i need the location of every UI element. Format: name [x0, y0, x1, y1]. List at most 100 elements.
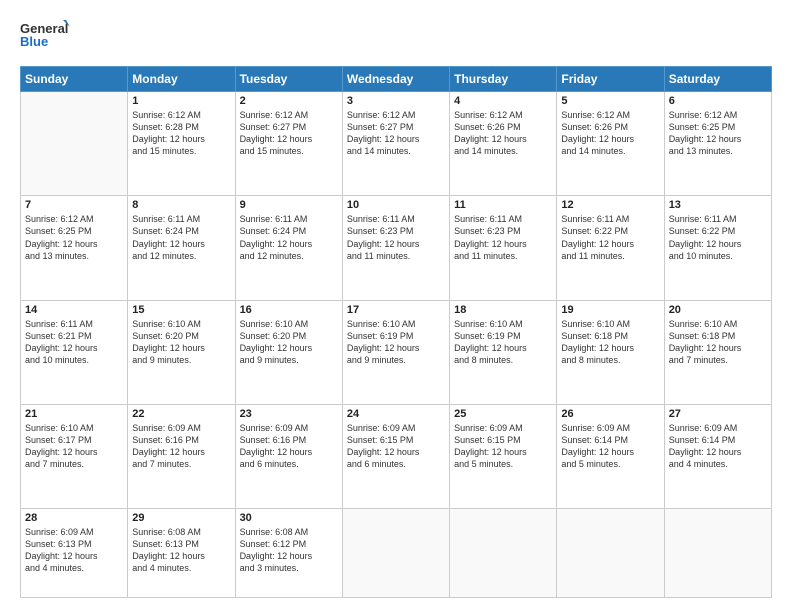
calendar-cell: 9 Sunrise: 6:11 AM Sunset: 6:24 PM Daylig… — [235, 196, 342, 300]
calendar-cell: 26 Sunrise: 6:09 AM Sunset: 6:14 PM Dayli… — [557, 404, 664, 508]
cell-info: Sunrise: 6:09 AM Sunset: 6:15 PM Dayligh… — [347, 422, 445, 471]
day-number: 5 — [561, 95, 659, 107]
weekday-tuesday: Tuesday — [235, 67, 342, 92]
weekday-friday: Friday — [557, 67, 664, 92]
calendar-cell — [664, 509, 771, 598]
day-number: 11 — [454, 199, 552, 211]
calendar-cell: 10 Sunrise: 6:11 AM Sunset: 6:23 PM Dayli… — [342, 196, 449, 300]
day-number: 30 — [240, 512, 338, 524]
calendar-cell: 18 Sunrise: 6:10 AM Sunset: 6:19 PM Dayli… — [450, 300, 557, 404]
calendar-cell: 2 Sunrise: 6:12 AM Sunset: 6:27 PM Daylig… — [235, 92, 342, 196]
calendar-cell: 4 Sunrise: 6:12 AM Sunset: 6:26 PM Daylig… — [450, 92, 557, 196]
calendar-cell — [342, 509, 449, 598]
calendar-cell: 21 Sunrise: 6:10 AM Sunset: 6:17 PM Dayli… — [21, 404, 128, 508]
logo: General Blue — [20, 18, 70, 56]
calendar-cell: 7 Sunrise: 6:12 AM Sunset: 6:25 PM Daylig… — [21, 196, 128, 300]
day-number: 9 — [240, 199, 338, 211]
calendar-cell: 12 Sunrise: 6:11 AM Sunset: 6:22 PM Dayli… — [557, 196, 664, 300]
day-number: 15 — [132, 304, 230, 316]
week-row-3: 21 Sunrise: 6:10 AM Sunset: 6:17 PM Dayli… — [21, 404, 772, 508]
cell-info: Sunrise: 6:12 AM Sunset: 6:26 PM Dayligh… — [454, 109, 552, 158]
calendar-cell: 24 Sunrise: 6:09 AM Sunset: 6:15 PM Dayli… — [342, 404, 449, 508]
calendar-cell: 8Sunrise: 6:11 AM Sunset: 6:24 PM Daylig… — [128, 196, 235, 300]
weekday-thursday: Thursday — [450, 67, 557, 92]
day-number: 26 — [561, 408, 659, 420]
cell-info: Sunrise: 6:10 AM Sunset: 6:17 PM Dayligh… — [25, 422, 123, 471]
day-number: 27 — [669, 408, 767, 420]
week-row-2: 14Sunrise: 6:11 AM Sunset: 6:21 PM Dayli… — [21, 300, 772, 404]
calendar-cell: 15 Sunrise: 6:10 AM Sunset: 6:20 PM Dayli… — [128, 300, 235, 404]
day-number: 17 — [347, 304, 445, 316]
cell-info: Sunrise: 6:12 AM Sunset: 6:25 PM Dayligh… — [669, 109, 767, 158]
calendar-cell: 20 Sunrise: 6:10 AM Sunset: 6:18 PM Dayli… — [664, 300, 771, 404]
day-number: 22 — [132, 408, 230, 420]
cell-info: Sunrise: 6:11 AM Sunset: 6:22 PM Dayligh… — [561, 213, 659, 262]
day-number: 18 — [454, 304, 552, 316]
calendar-cell: 1Sunrise: 6:12 AM Sunset: 6:28 PM Daylig… — [128, 92, 235, 196]
cell-info: Sunrise: 6:09 AM Sunset: 6:16 PM Dayligh… — [132, 422, 230, 471]
week-row-1: 7 Sunrise: 6:12 AM Sunset: 6:25 PM Daylig… — [21, 196, 772, 300]
cell-info: Sunrise: 6:10 AM Sunset: 6:18 PM Dayligh… — [669, 318, 767, 367]
cell-info: Sunrise: 6:10 AM Sunset: 6:20 PM Dayligh… — [240, 318, 338, 367]
calendar-cell — [557, 509, 664, 598]
cell-info: Sunrise: 6:09 AM Sunset: 6:13 PM Dayligh… — [25, 526, 123, 575]
calendar-cell: 19 Sunrise: 6:10 AM Sunset: 6:18 PM Dayli… — [557, 300, 664, 404]
cell-info: Sunrise: 6:11 AM Sunset: 6:24 PM Dayligh… — [132, 213, 230, 262]
cell-info: Sunrise: 6:12 AM Sunset: 6:25 PM Dayligh… — [25, 213, 123, 262]
calendar-cell: 29 Sunrise: 6:08 AM Sunset: 6:13 PM Dayli… — [128, 509, 235, 598]
calendar-cell: 17Sunrise: 6:10 AM Sunset: 6:19 PM Dayli… — [342, 300, 449, 404]
cell-info: Sunrise: 6:12 AM Sunset: 6:27 PM Dayligh… — [347, 109, 445, 158]
svg-text:Blue: Blue — [20, 34, 48, 49]
cell-info: Sunrise: 6:09 AM Sunset: 6:16 PM Dayligh… — [240, 422, 338, 471]
cell-info: Sunrise: 6:09 AM Sunset: 6:14 PM Dayligh… — [669, 422, 767, 471]
header: General Blue — [20, 18, 772, 56]
day-number: 13 — [669, 199, 767, 211]
cell-info: Sunrise: 6:12 AM Sunset: 6:28 PM Dayligh… — [132, 109, 230, 158]
calendar-cell: 3 Sunrise: 6:12 AM Sunset: 6:27 PM Daylig… — [342, 92, 449, 196]
day-number: 29 — [132, 512, 230, 524]
cell-info: Sunrise: 6:10 AM Sunset: 6:18 PM Dayligh… — [561, 318, 659, 367]
weekday-saturday: Saturday — [664, 67, 771, 92]
weekday-header-row: SundayMondayTuesdayWednesdayThursdayFrid… — [21, 67, 772, 92]
day-number: 20 — [669, 304, 767, 316]
calendar-cell: 6 Sunrise: 6:12 AM Sunset: 6:25 PM Daylig… — [664, 92, 771, 196]
day-number: 21 — [25, 408, 123, 420]
calendar-cell: 16 Sunrise: 6:10 AM Sunset: 6:20 PM Dayli… — [235, 300, 342, 404]
calendar-table: SundayMondayTuesdayWednesdayThursdayFrid… — [20, 66, 772, 598]
day-number: 19 — [561, 304, 659, 316]
day-number: 12 — [561, 199, 659, 211]
weekday-wednesday: Wednesday — [342, 67, 449, 92]
cell-info: Sunrise: 6:11 AM Sunset: 6:24 PM Dayligh… — [240, 213, 338, 262]
calendar-cell: 22 Sunrise: 6:09 AM Sunset: 6:16 PM Dayli… — [128, 404, 235, 508]
cell-info: Sunrise: 6:11 AM Sunset: 6:22 PM Dayligh… — [669, 213, 767, 262]
calendar-cell: 11 Sunrise: 6:11 AM Sunset: 6:23 PM Dayli… — [450, 196, 557, 300]
day-number: 16 — [240, 304, 338, 316]
day-number: 28 — [25, 512, 123, 524]
day-number: 10 — [347, 199, 445, 211]
day-number: 6 — [669, 95, 767, 107]
day-number: 23 — [240, 408, 338, 420]
cell-info: Sunrise: 6:10 AM Sunset: 6:20 PM Dayligh… — [132, 318, 230, 367]
cell-info: Sunrise: 6:09 AM Sunset: 6:15 PM Dayligh… — [454, 422, 552, 471]
cell-info: Sunrise: 6:08 AM Sunset: 6:13 PM Dayligh… — [132, 526, 230, 575]
cell-info: Sunrise: 6:11 AM Sunset: 6:23 PM Dayligh… — [347, 213, 445, 262]
weekday-monday: Monday — [128, 67, 235, 92]
day-number: 24 — [347, 408, 445, 420]
day-number: 3 — [347, 95, 445, 107]
calendar-cell: 5Sunrise: 6:12 AM Sunset: 6:26 PM Daylig… — [557, 92, 664, 196]
day-number: 4 — [454, 95, 552, 107]
calendar-cell — [450, 509, 557, 598]
cell-info: Sunrise: 6:10 AM Sunset: 6:19 PM Dayligh… — [454, 318, 552, 367]
cell-info: Sunrise: 6:11 AM Sunset: 6:23 PM Dayligh… — [454, 213, 552, 262]
page: General Blue SundayMondayTuesdayWednesda… — [0, 0, 792, 612]
day-number: 7 — [25, 199, 123, 211]
week-row-0: 1Sunrise: 6:12 AM Sunset: 6:28 PM Daylig… — [21, 92, 772, 196]
calendar-cell: 23 Sunrise: 6:09 AM Sunset: 6:16 PM Dayli… — [235, 404, 342, 508]
cell-info: Sunrise: 6:08 AM Sunset: 6:12 PM Dayligh… — [240, 526, 338, 575]
cell-info: Sunrise: 6:12 AM Sunset: 6:27 PM Dayligh… — [240, 109, 338, 158]
cell-info: Sunrise: 6:11 AM Sunset: 6:21 PM Dayligh… — [25, 318, 123, 367]
logo-svg: General Blue — [20, 18, 70, 56]
calendar-cell: 13 Sunrise: 6:11 AM Sunset: 6:22 PM Dayli… — [664, 196, 771, 300]
day-number: 2 — [240, 95, 338, 107]
cell-info: Sunrise: 6:09 AM Sunset: 6:14 PM Dayligh… — [561, 422, 659, 471]
